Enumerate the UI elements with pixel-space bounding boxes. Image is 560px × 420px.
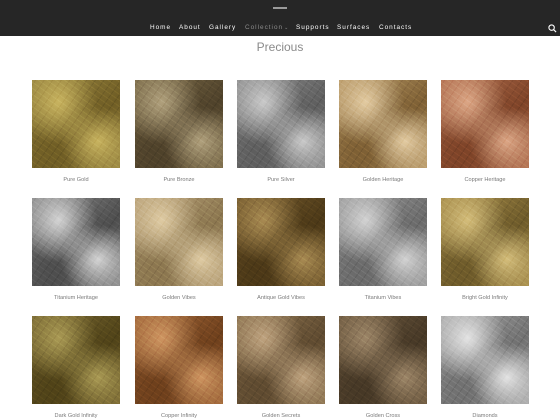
product-tile[interactable]: Bright Gold Infinity [441,198,529,301]
product-name[interactable]: Titanium Vibes [339,295,427,301]
product-name[interactable]: Golden Vibes [135,295,223,301]
product-tile[interactable]: Titanium Vibes [339,198,427,301]
product-image[interactable] [135,316,223,404]
product-name[interactable]: Dark Gold Infinity [32,413,120,419]
product-image[interactable] [135,80,223,168]
product-image[interactable] [237,316,325,404]
product-name[interactable]: Golden Heritage [339,177,427,183]
product-image[interactable] [32,80,120,168]
product-tile[interactable]: Pure Gold [32,80,120,183]
product-image[interactable] [237,80,325,168]
product-name[interactable]: Pure Bronze [135,177,223,183]
product-tile[interactable]: Dark Gold Infinity [32,316,120,419]
product-tile[interactable]: Copper Infinity [135,316,223,419]
product-name[interactable]: Diamonds [441,413,529,419]
product-image[interactable] [32,198,120,286]
product-name[interactable]: Golden Secrets [237,413,325,419]
product-image[interactable] [339,80,427,168]
product-name[interactable]: Copper Heritage [441,177,529,183]
product-name[interactable]: Pure Gold [32,177,120,183]
product-tile[interactable]: Antique Gold Vibes [237,198,325,301]
product-name[interactable]: Copper Infinity [135,413,223,419]
product-name[interactable]: Pure Silver [237,177,325,183]
product-tile[interactable]: Golden Vibes [135,198,223,301]
product-tile[interactable]: Pure Silver [237,80,325,183]
product-name[interactable]: Titanium Heritage [32,295,120,301]
product-tile[interactable]: Pure Bronze [135,80,223,183]
product-image[interactable] [339,198,427,286]
product-image[interactable] [441,198,529,286]
product-grid: Pure Gold Pure Bronze Pure Silver Golden He… [0,0,560,420]
product-image[interactable] [135,198,223,286]
product-name[interactable]: Bright Gold Infinity [441,295,529,301]
product-image[interactable] [441,316,529,404]
product-image[interactable] [32,316,120,404]
product-tile[interactable]: Titanium Heritage [32,198,120,301]
product-tile[interactable]: Golden Heritage [339,80,427,183]
product-name[interactable]: Golden Cross [339,413,427,419]
product-image[interactable] [237,198,325,286]
product-image[interactable] [441,80,529,168]
product-tile[interactable]: Golden Secrets [237,316,325,419]
product-tile[interactable]: Golden Cross [339,316,427,419]
product-tile[interactable]: Diamonds [441,316,529,419]
product-name[interactable]: Antique Gold Vibes [237,295,325,301]
product-image[interactable] [339,316,427,404]
product-tile[interactable]: Copper Heritage [441,80,529,183]
